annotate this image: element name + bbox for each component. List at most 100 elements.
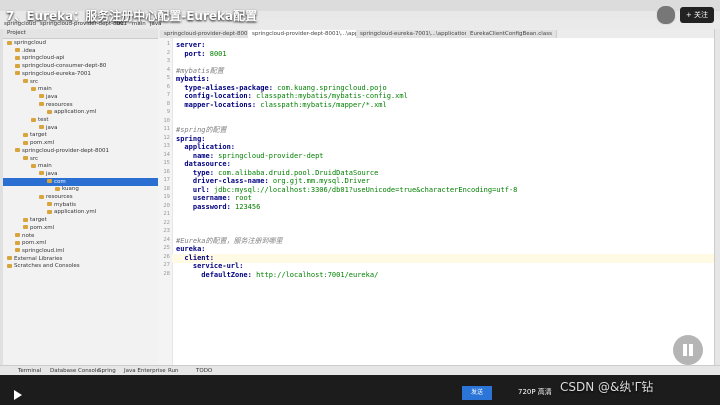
code-editor[interactable]: 1 2 3 4 5 6 7 8 9 10 11 12 13 14 15 16 17 18 19 20 21 22 23 24 2…: [158, 38, 714, 365]
code-line: url: jdbc:mysql://localhost:3306/db01?us…: [176, 185, 518, 194]
line-number: 15: [163, 160, 170, 166]
play-icon[interactable]: [14, 390, 22, 400]
avatar[interactable]: [655, 5, 676, 25]
uploader-info: + 关注: [655, 5, 714, 25]
code-line: server:: [176, 41, 206, 49]
tree-item-label: springcloud-api: [22, 55, 65, 62]
tree-item-label: pom.xml: [30, 224, 55, 231]
line-number: 19: [163, 194, 170, 200]
tree-item-label: springcloud.iml: [22, 247, 65, 254]
line-number: 18: [163, 185, 170, 192]
code-line: #Eureka的配置，服务注册到哪里: [176, 236, 283, 245]
folder-icon: [7, 263, 12, 268]
quality-button[interactable]: 720P 高清: [518, 387, 552, 397]
send-button[interactable]: 发送: [462, 386, 492, 400]
folder-icon: [31, 86, 36, 91]
line-number: 16: [163, 168, 170, 175]
folder-icon: [23, 217, 28, 222]
folder-icon: [47, 179, 52, 184]
follow-button[interactable]: + 关注: [679, 7, 714, 23]
code-line: username: root: [176, 194, 252, 202]
tree-item[interactable]: Scratches and Consoles: [3, 262, 162, 270]
database-console-button[interactable]: Database Console: [50, 368, 100, 374]
tree-item-label: com: [54, 178, 66, 185]
folder-icon: [15, 48, 20, 53]
folder-icon: [15, 233, 20, 237]
line-number: 5: [166, 75, 170, 81]
project-sidebar: Project springcloud .idea springcloud-api s…: [3, 29, 202, 373]
line-number: 21: [163, 211, 170, 217]
line-number: 27: [163, 262, 170, 268]
tab-provider[interactable]: springcloud-provider-dept-8001: [160, 30, 257, 38]
tree-item-label: springcloud-provider-dept-8001: [22, 147, 110, 154]
folder-icon: [47, 209, 52, 214]
folder-icon: [15, 148, 20, 153]
todo-button[interactable]: TODO: [196, 368, 212, 374]
tree-item-label: application.yml: [54, 109, 97, 116]
line-number: 3: [166, 58, 170, 64]
code-line: name: springcloud-provider-dept: [176, 151, 324, 160]
line-number: 11: [163, 126, 170, 132]
line-number: 4: [166, 66, 170, 73]
folder-icon: [15, 63, 20, 68]
folder-icon: [7, 256, 12, 261]
tree-item-label: pom.xml: [30, 140, 55, 147]
code-line: defaultZone: http://localhost:7001/eurek…: [176, 270, 379, 279]
line-number: 17: [163, 177, 170, 183]
tree-item-label: main: [38, 163, 52, 170]
code-line: client:: [176, 253, 214, 262]
code-line: datasource:: [176, 160, 231, 168]
tree-item-label: .idea: [22, 47, 36, 54]
tree-item-label: java: [46, 124, 58, 131]
tree-item-label: src: [30, 78, 39, 85]
folder-icon: [47, 109, 52, 114]
project-header[interactable]: Project: [3, 29, 158, 39]
folder-icon: [23, 79, 28, 83]
line-number: 1: [166, 41, 170, 47]
code-line: port: 8001: [176, 49, 227, 58]
code-line: application:: [176, 143, 236, 151]
pause-icon[interactable]: [673, 335, 703, 365]
line-number: 7: [166, 92, 170, 98]
tree-item-label: main: [38, 86, 52, 93]
folder-icon: [23, 156, 28, 160]
tree-item-label: springcloud: [14, 40, 47, 46]
folder-icon: [31, 163, 36, 168]
tab-eureka-client-config-bean[interactable]: EurekaClientConfigBean.class: [466, 30, 557, 38]
tree-item-label: target: [30, 217, 47, 224]
tree-item-label: kuang: [62, 186, 79, 193]
tree-item-label: springcloud-consumer-dept-80: [22, 63, 107, 70]
terminal-button[interactable]: Terminal: [18, 368, 41, 374]
folder-icon: [31, 117, 36, 122]
folder-icon: [23, 140, 28, 145]
code-line: service-url:: [176, 262, 244, 270]
code-line: password: 123456: [176, 202, 261, 211]
code-line: config-location: classpath:mybatis/mybat…: [176, 92, 408, 100]
folder-icon: [23, 225, 28, 230]
java-enterprise-button[interactable]: Java Enterprise: [124, 368, 166, 374]
right-tool-strip: [714, 29, 720, 373]
spring-button[interactable]: Spring: [98, 368, 116, 374]
line-number: 6: [166, 83, 170, 90]
line-number: 24: [163, 236, 170, 243]
tree-item-label: test: [38, 117, 49, 123]
current-line-highlight: [172, 253, 714, 263]
folder-icon: [23, 132, 28, 137]
line-number: 14: [163, 151, 170, 158]
line-number: 12: [163, 134, 170, 141]
folder-icon: [15, 55, 20, 60]
watermark: CSDN @&纨'Γ钻: [560, 380, 654, 394]
code-line: type: com.alibaba.druid.pool.DruidDataSo…: [176, 168, 379, 177]
code-line: spring:: [176, 134, 206, 143]
tree-item-label: resources: [46, 194, 73, 200]
folder-icon: [39, 125, 44, 130]
folder-icon: [47, 202, 52, 207]
line-gutter: 1 2 3 4 5 6 7 8 9 10 11 12 13 14 15 16 17 18 19 20 21 22 23 24 2…: [158, 38, 173, 365]
folder-icon: [15, 71, 20, 76]
code-line: type-aliases-package: com.kuang.springcl…: [176, 83, 387, 92]
line-number: 10: [163, 117, 170, 124]
code-line: eureka:: [176, 245, 206, 253]
line-number: 8: [166, 100, 170, 107]
run-button[interactable]: Run: [168, 368, 179, 374]
line-number: 9: [166, 109, 170, 115]
